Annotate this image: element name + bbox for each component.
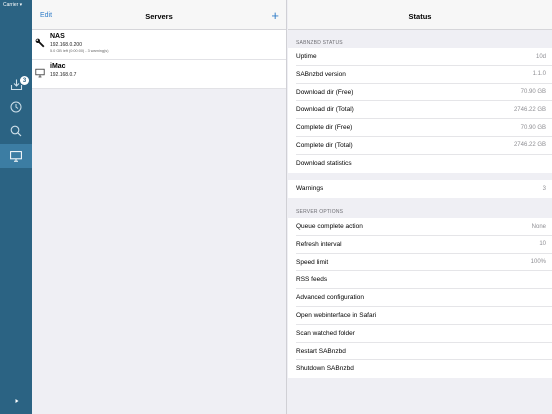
status-row: Download dir (Total) 2746.22 GB: [296, 101, 552, 120]
add-server-button[interactable]: +: [271, 9, 279, 22]
servers-navbar: Edit Servers +: [32, 0, 286, 30]
row-label: Queue complete action: [296, 223, 363, 230]
refresh-interval-row[interactable]: Refresh interval 10: [296, 236, 552, 254]
row-label: Shutdown SABnzbd: [296, 365, 354, 373]
row-label: Download statistics: [296, 159, 352, 167]
wrench-icon: [35, 38, 45, 48]
row-label: Open webinterface in Safari: [296, 311, 377, 319]
scan-watched-folder-row[interactable]: Scan watched folder: [296, 325, 552, 343]
tab-history[interactable]: [0, 95, 32, 119]
wifi-icon: ▾: [19, 2, 23, 8]
shutdown-sabnzbd-row[interactable]: Shutdown SABnzbd: [296, 360, 552, 378]
row-label: Advanced configuration: [296, 294, 364, 302]
status-navbar: Status: [288, 0, 552, 30]
row-value: 70.90 GB: [520, 89, 546, 96]
row-label: Restart SABnzbd: [296, 347, 346, 355]
server-row-nas[interactable]: NAS 192.168.0.200 5.0 GB left (0:00:00) …: [32, 30, 286, 60]
sabnzbd-status-header: SABNZBD STATUS: [296, 40, 343, 46]
server-row-imac[interactable]: iMac 192.168.0.7: [32, 60, 286, 89]
row-value: 1.1.0: [532, 71, 546, 78]
status-panel: Status SABNZBD STATUS Uptime 10d SABnzbd…: [288, 0, 552, 414]
warnings-group: Warnings 3: [288, 180, 552, 198]
row-value: 100%: [530, 259, 546, 266]
status-bar: Carrier ▾: [0, 0, 32, 9]
servers-panel: Edit Servers + NAS 192.168.0.200 5.0 GB …: [32, 0, 287, 414]
row-label: Complete dir (Free): [296, 124, 353, 132]
server-list: NAS 192.168.0.200 5.0 GB left (0:00:00) …: [32, 30, 286, 89]
rss-feeds-row[interactable]: RSS feeds: [296, 271, 552, 290]
tab-servers[interactable]: [0, 144, 32, 168]
row-value: None: [531, 223, 546, 230]
status-row: Uptime 10d: [296, 48, 552, 66]
carrier-label: Carrier: [3, 2, 19, 8]
servers-title: Servers: [145, 12, 173, 21]
status-row: Complete dir (Free) 70.90 GB: [296, 119, 552, 137]
status-row: Download dir (Free) 70.90 GB: [296, 84, 552, 102]
tab-search[interactable]: [0, 119, 32, 143]
sabnzbd-status-group: Uptime 10d SABnzbd version 1.1.0 Downloa…: [288, 48, 552, 173]
search-icon: [10, 125, 22, 137]
server-options-header: SERVER OPTIONS: [296, 209, 344, 215]
server-options-group: Queue complete action None Refresh inter…: [288, 218, 552, 379]
row-label: RSS feeds: [296, 276, 328, 284]
row-value: 2746.22 GB: [513, 142, 546, 149]
restart-sabnzbd-row[interactable]: Restart SABnzbd: [296, 343, 552, 361]
queue-complete-action-row[interactable]: Queue complete action None: [296, 218, 552, 236]
open-webinterface-row[interactable]: Open webinterface in Safari: [296, 307, 552, 325]
downloads-badge: 3: [20, 76, 29, 85]
status-title: Status: [408, 12, 432, 21]
play-icon[interactable]: [12, 396, 22, 406]
row-value: 10d: [535, 53, 546, 60]
warnings-count: 3: [542, 185, 546, 192]
speed-limit-row[interactable]: Speed limit 100%: [296, 254, 552, 272]
clock-icon: [10, 101, 22, 113]
download-statistics-row[interactable]: Download statistics: [296, 155, 552, 173]
row-label: Refresh interval: [296, 240, 342, 248]
server-name: iMac: [50, 63, 66, 70]
row-label: Uptime: [296, 53, 317, 60]
monitor-icon: [35, 68, 45, 78]
row-label: Speed limit: [296, 258, 329, 266]
server-name: NAS: [50, 33, 65, 40]
row-label: Scan watched folder: [296, 329, 355, 337]
row-label: Download dir (Free): [296, 88, 354, 96]
server-status: 5.0 GB left (0:00:00) - 3 warning(s): [50, 48, 109, 53]
row-value: 10: [539, 241, 546, 248]
status-row: Complete dir (Total) 2746.22 GB: [296, 137, 552, 155]
row-label: Warnings: [296, 185, 324, 192]
tab-downloads[interactable]: 3: [0, 72, 32, 96]
server-ip: 192.168.0.200: [50, 42, 82, 48]
row-label: Download dir (Total): [296, 106, 354, 114]
sidebar: 3: [0, 0, 32, 414]
row-label: SABnzbd version: [296, 70, 346, 78]
row-label: Complete dir (Total): [296, 141, 353, 149]
advanced-configuration-row[interactable]: Advanced configuration: [296, 289, 552, 307]
warnings-row[interactable]: Warnings 3: [296, 180, 552, 198]
status-row: SABnzbd version 1.1.0: [296, 66, 552, 84]
server-ip: 192.168.0.7: [50, 72, 77, 78]
monitor-icon: [10, 150, 22, 162]
row-value: 70.90 GB: [520, 124, 546, 131]
row-value: 2746.22 GB: [513, 106, 546, 113]
